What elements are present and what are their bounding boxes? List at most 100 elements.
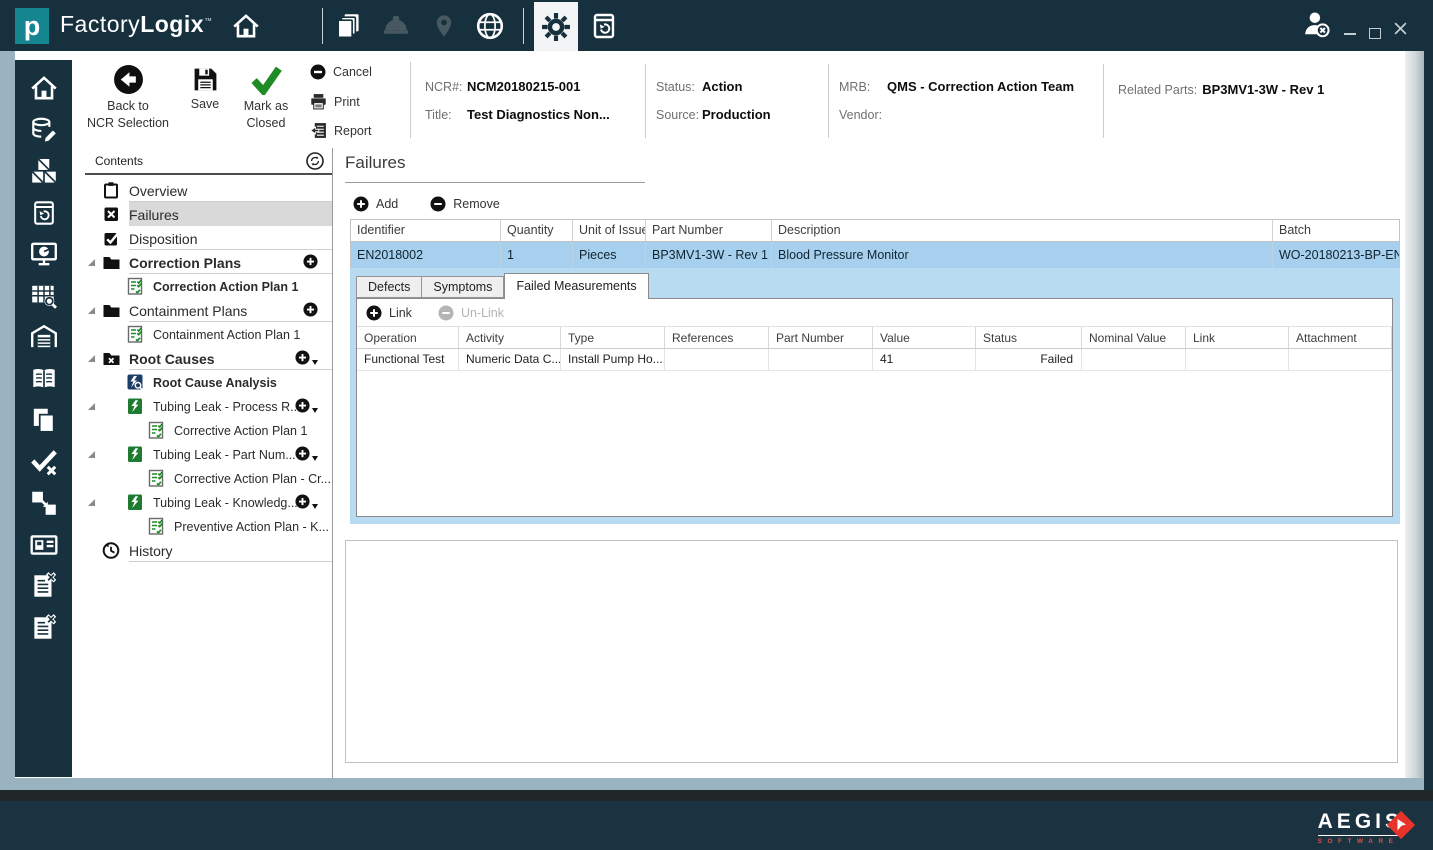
expander-caret[interactable] <box>88 259 95 266</box>
column-header[interactable]: Link <box>1186 327 1289 348</box>
monitor-chart-icon[interactable] <box>29 239 59 269</box>
tree-item-history[interactable]: History <box>85 538 332 562</box>
add-plan-button[interactable] <box>303 254 318 269</box>
add-failure-button[interactable]: Add <box>353 196 398 212</box>
column-header[interactable]: Part Number <box>769 327 873 348</box>
remove-failure-button[interactable]: Remove <box>430 196 500 212</box>
print-button[interactable]: Print <box>310 93 360 110</box>
measurements-table-header: Operation Activity Type References Part … <box>357 326 1392 349</box>
checklist-x-icon[interactable] <box>29 571 59 601</box>
crates-icon[interactable] <box>29 156 59 186</box>
book-icon[interactable] <box>29 364 59 394</box>
scrollbar-track[interactable] <box>1405 51 1424 778</box>
column-header[interactable]: Operation <box>357 327 459 348</box>
column-header[interactable]: Identifier <box>351 220 501 241</box>
titlebar-separator <box>523 8 524 44</box>
add-plan-button[interactable] <box>303 302 318 317</box>
tree-item-correction-plans[interactable]: Correction Plans <box>85 250 332 274</box>
tree-item-corrective-action-plan-1[interactable]: Corrective Action Plan 1 <box>85 418 332 442</box>
hardhat-icon[interactable] <box>380 10 412 42</box>
checklist-x-icon[interactable] <box>29 613 59 643</box>
measurement-row[interactable]: Functional Test Numeric Data C... Instal… <box>357 349 1392 371</box>
tree-item-corrective-action-plan-cr[interactable]: Corrective Action Plan - Cr... <box>85 466 332 490</box>
column-header[interactable]: References <box>665 327 769 348</box>
column-header[interactable]: Activity <box>459 327 561 348</box>
printer-icon <box>310 93 327 110</box>
backup-icon[interactable] <box>588 10 620 42</box>
documents-icon[interactable] <box>334 10 366 42</box>
tree-item-overview[interactable]: Overview <box>85 178 332 202</box>
add-action-plan-button[interactable] <box>295 446 318 461</box>
add-action-plan-button[interactable] <box>295 398 318 413</box>
refresh-icon[interactable] <box>306 152 324 170</box>
maximize-button[interactable] <box>1369 28 1381 39</box>
column-header[interactable]: Quantity <box>501 220 573 241</box>
unlink-button[interactable]: Un-Link <box>438 305 504 321</box>
tree-item-root-cause-analysis[interactable]: Root Cause Analysis <box>85 370 332 394</box>
tab-symptoms[interactable]: Symptoms <box>421 276 504 298</box>
home-icon[interactable] <box>29 73 59 103</box>
failure-detail-panel: Defects Symptoms Failed Measurements Lin… <box>350 268 1400 524</box>
settings-gear-icon <box>539 10 573 44</box>
column-header[interactable]: Attachment <box>1289 327 1392 348</box>
database-edit-icon[interactable] <box>29 115 59 145</box>
id-card-icon[interactable] <box>29 530 59 560</box>
table-search-icon[interactable] <box>29 281 59 311</box>
tab-failed-measurements[interactable]: Failed Measurements <box>504 273 648 299</box>
save-button[interactable]: Save <box>182 66 228 113</box>
expander-caret[interactable] <box>88 307 95 314</box>
user-logout-icon[interactable] <box>1300 8 1332 40</box>
check-x-icon[interactable] <box>29 447 59 477</box>
column-header[interactable]: Nominal Value <box>1082 327 1186 348</box>
column-header[interactable]: Unit of Issue <box>573 220 646 241</box>
expander-caret[interactable] <box>88 451 95 458</box>
link-actions: Link Un-Link <box>357 299 1392 326</box>
footer-bar: AEGIS SOFTWARE <box>0 801 1433 850</box>
dropdown-caret <box>312 360 318 365</box>
expander-caret[interactable] <box>88 355 95 362</box>
failure-row-selected[interactable]: EN2018002 1 Pieces BP3MV1-3W - Rev 1 Blo… <box>350 242 1400 268</box>
tree-item-containment-action-plan-1[interactable]: Containment Action Plan 1 <box>85 322 332 346</box>
minimize-button[interactable] <box>1344 28 1356 35</box>
close-button[interactable] <box>1394 22 1407 35</box>
tree-item-tubing-leak-part-number[interactable]: Tubing Leak - Part Num... <box>85 442 332 466</box>
transfer-icon[interactable] <box>29 488 59 518</box>
expander-caret[interactable] <box>88 499 95 506</box>
add-root-cause-button[interactable] <box>295 350 318 365</box>
failed-measurements-panel: Link Un-Link Operation Activity Type Ref… <box>356 298 1393 517</box>
cancel-button[interactable]: Cancel <box>310 64 372 80</box>
globe-icon[interactable] <box>474 10 506 42</box>
warehouse-icon[interactable] <box>29 322 59 352</box>
minus-circle-icon <box>430 196 446 212</box>
tree-item-correction-action-plan-1[interactable]: Correction Action Plan 1 <box>85 274 332 298</box>
add-action-plan-button[interactable] <box>295 494 318 509</box>
tree-item-containment-plans[interactable]: Containment Plans <box>85 298 332 322</box>
column-header[interactable]: Part Number <box>646 220 772 241</box>
dropdown-caret <box>312 408 318 413</box>
tree-item-preventive-action-plan-k[interactable]: Preventive Action Plan - K... <box>85 514 332 538</box>
column-header[interactable]: Value <box>873 327 976 348</box>
copy-documents-icon[interactable] <box>29 405 59 435</box>
mark-as-closed-button[interactable]: Mark as Closed <box>234 64 298 132</box>
restore-document-icon[interactable] <box>29 198 59 228</box>
home-icon[interactable] <box>230 10 262 42</box>
tab-defects[interactable]: Defects <box>356 276 421 298</box>
link-button[interactable]: Link <box>366 305 412 321</box>
report-button[interactable]: Report <box>310 122 372 139</box>
tree-item-failures[interactable]: Failures <box>85 202 332 226</box>
tree-item-tubing-leak-knowledge[interactable]: Tubing Leak - Knowledg... <box>85 490 332 514</box>
column-header[interactable]: Description <box>772 220 1273 241</box>
column-header[interactable]: Status <box>976 327 1082 348</box>
expander-caret[interactable] <box>88 403 95 410</box>
column-header[interactable]: Type <box>561 327 665 348</box>
location-icon[interactable] <box>428 10 460 42</box>
back-to-ncr-button[interactable]: Back to NCR Selection <box>84 64 172 132</box>
toolbar-separator <box>645 64 646 138</box>
tree-item-tubing-leak-process[interactable]: Tubing Leak - Process R... <box>85 394 332 418</box>
column-header[interactable]: Batch <box>1273 220 1399 241</box>
tree-item-root-causes[interactable]: Root Causes <box>85 346 332 370</box>
plus-circle-icon <box>366 305 382 321</box>
tree-item-disposition[interactable]: Disposition <box>85 226 332 250</box>
settings-tab-active[interactable] <box>534 2 578 51</box>
contents-tree: Overview Failures Disposition Correction… <box>85 178 332 778</box>
